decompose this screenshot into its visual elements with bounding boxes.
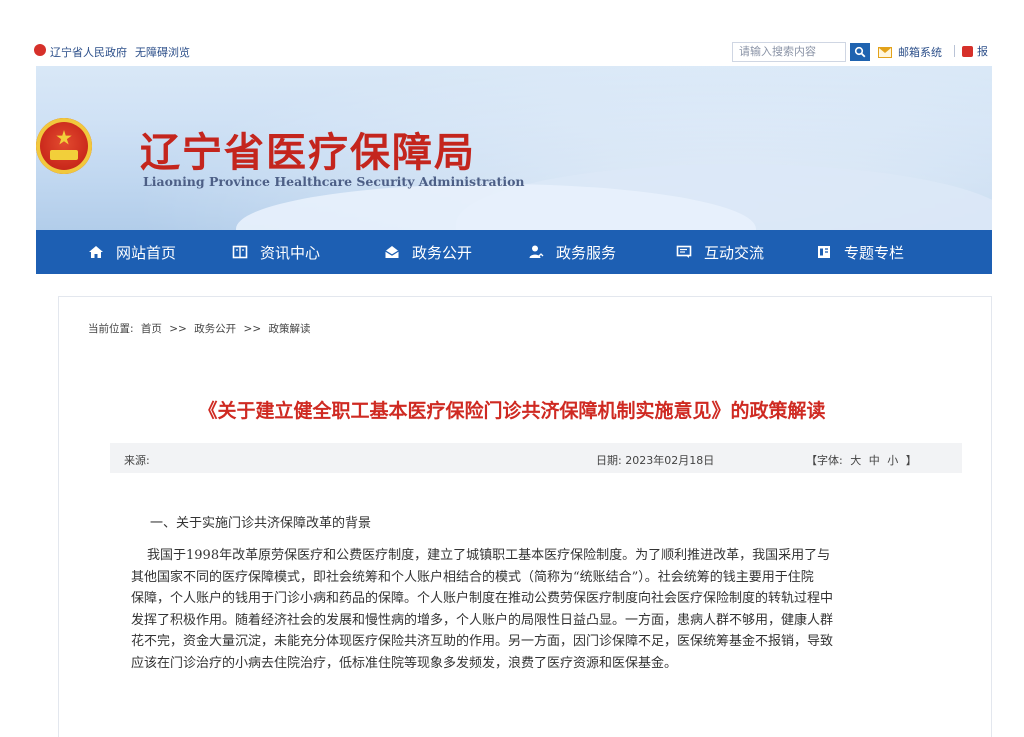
site-subtitle: Liaoning Province Healthcare Security Ad… <box>143 174 525 189</box>
source-label: 来源: <box>124 454 150 467</box>
font-size-medium[interactable]: 中 <box>869 454 880 467</box>
nav-item-label: 互动交流 <box>704 243 765 262</box>
news-icon <box>232 244 248 260</box>
paragraph-line: 我国于1998年改革原劳保医疗和公费医疗制度，建立了城镇职工基本医疗保险制度。为… <box>147 548 831 563</box>
nav-item-label: 政务服务 <box>556 243 617 262</box>
paragraph-line: 应该在门诊治疗的小病去住院治疗，低标准住院等现象多发频发，浪费了医疗资源和医保基… <box>131 655 678 671</box>
font-size-label: 【字体: <box>806 454 843 467</box>
nav-item-home[interactable]: 网站首页 <box>88 230 176 274</box>
mail-label: 邮箱系统 <box>898 46 942 59</box>
breadcrumb-separator: >> <box>243 323 262 335</box>
nav-item-gov-services[interactable]: 政务服务 <box>528 230 616 274</box>
national-emblem-icon <box>36 118 92 174</box>
top-utility-bar: 辽宁省人民政府 无障碍浏览 请输入搜索内容 邮箱系统 报 <box>0 36 1024 66</box>
topbar-divider <box>954 45 955 57</box>
report-label: 报 <box>977 45 988 58</box>
nav-item-label: 网站首页 <box>116 243 177 262</box>
nav-item-news[interactable]: 资讯中心 <box>232 230 320 274</box>
breadcrumb-item-home[interactable]: 首页 <box>141 323 162 335</box>
publish-date: 日期: 2023年02月18日 <box>596 452 714 468</box>
paragraph-line: 花不完，资金大量沉淀，未能充分体现医疗保险共济互助的作用。另一方面，因门诊保障不… <box>131 634 834 649</box>
nav-item-label: 专题专栏 <box>844 243 905 262</box>
font-size-controls: 【字体: 大 中 小 】 <box>804 452 919 468</box>
article-paragraph: 我国于1998年改革原劳保医疗和公费医疗制度，建立了城镇职工基本医疗保险制度。为… <box>131 545 961 674</box>
report-shield-icon <box>962 45 973 57</box>
article-title: 《关于建立健全职工基本医疗保险门诊共济保障机制实施意见》的政策解读 <box>198 400 826 422</box>
chat-icon <box>676 244 692 260</box>
home-icon <box>88 244 104 260</box>
nav-item-label: 政务公开 <box>412 243 473 262</box>
date-value: 2023年02月18日 <box>625 454 715 467</box>
accessibility-link[interactable]: 无障碍浏览 <box>135 44 190 60</box>
nav-item-gov-affairs[interactable]: 政务公开 <box>384 230 472 274</box>
breadcrumb-item-gov-affairs[interactable]: 政务公开 <box>194 323 236 335</box>
mail-link[interactable]: 邮箱系统 <box>878 44 942 60</box>
font-size-large[interactable]: 大 <box>850 454 861 467</box>
mail-icon <box>878 46 892 58</box>
user-service-icon <box>528 244 544 260</box>
date-label: 日期: <box>596 454 622 467</box>
paragraph-line: 保障，个人账户的钱用于门诊小病和药品的保障。个人账户制度在推动公费劳保医疗制度向… <box>131 591 834 606</box>
section-heading: 一、关于实施门诊共济保障改革的背景 <box>150 516 372 531</box>
article-meta-bar: 来源: 日期: 2023年02月18日 【字体: 大 中 小 】 <box>110 443 962 473</box>
nav-item-label: 资讯中心 <box>260 243 321 262</box>
site-title[interactable]: 辽宁省医疗保障局 <box>140 120 476 178</box>
search-input[interactable]: 请输入搜索内容 <box>732 42 846 62</box>
breadcrumb: 当前位置: 首页 >> 政务公开 >> 政策解读 <box>88 321 314 336</box>
nav-item-topics[interactable]: 专题专栏 <box>816 230 904 274</box>
paragraph-line: 其他国家不同的医疗保障模式，即社会统筹和个人账户相结合的模式（简称为“统账结合”… <box>131 569 814 585</box>
top-links: 辽宁省人民政府 无障碍浏览 <box>40 44 190 60</box>
search-button[interactable] <box>850 43 870 61</box>
nav-item-interaction[interactable]: 互动交流 <box>676 230 764 274</box>
envelope-open-icon <box>384 244 400 260</box>
font-size-close: 】 <box>905 454 917 467</box>
breadcrumb-prefix: 当前位置: <box>88 323 134 335</box>
report-link[interactable]: 报 <box>962 43 988 59</box>
paragraph-line: 发挥了积极作用。随着经济社会的发展和慢性病的增多，个人账户的局限性日益凸显。一方… <box>131 612 834 628</box>
font-size-small[interactable]: 小 <box>887 454 898 467</box>
search-box: 请输入搜索内容 <box>732 42 870 62</box>
header-banner: 辽宁省医疗保障局 Liaoning Province Healthcare Se… <box>36 66 992 230</box>
gov-link[interactable]: 辽宁省人民政府 <box>50 44 127 60</box>
breadcrumb-item-policy[interactable]: 政策解读 <box>268 323 310 335</box>
search-icon <box>854 46 866 58</box>
breadcrumb-separator: >> <box>169 323 187 335</box>
main-nav: 网站首页 资讯中心 政务公开 政务服务 互动交流 专题专栏 <box>36 230 992 274</box>
book-icon <box>816 244 832 260</box>
